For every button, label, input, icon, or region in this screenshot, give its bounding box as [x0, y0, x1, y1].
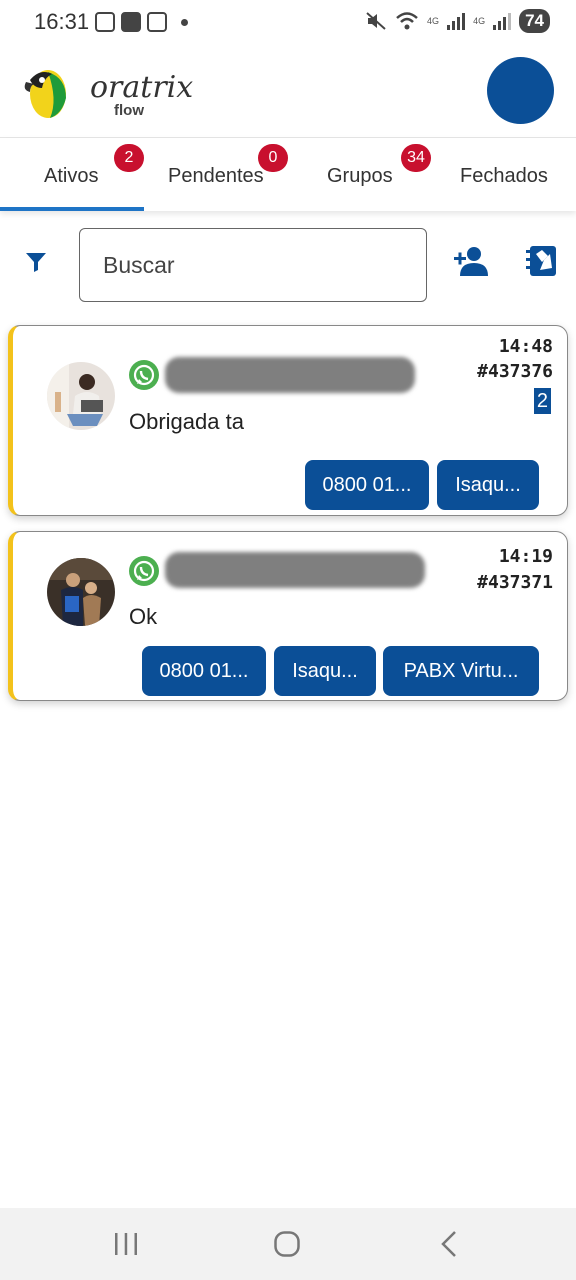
tab-fechados[interactable]: Fechados: [432, 138, 576, 211]
app-header: oratrix flow: [0, 44, 576, 138]
queue-tag[interactable]: 0800 01...: [142, 646, 266, 696]
message-time: 14:48: [498, 336, 553, 357]
screenshot-icon: [95, 12, 115, 32]
tab-label: Fechados: [460, 165, 548, 187]
agent-tag[interactable]: Isaqu...: [274, 646, 376, 696]
ticket-card[interactable]: Ok 14:19 #437371 0800 01... Isaqu... PAB…: [8, 531, 568, 701]
last-message: Obrigada ta: [129, 409, 244, 434]
app-notification-icon: [121, 12, 141, 32]
active-tab-indicator: [0, 207, 144, 211]
status-time: 16:31: [34, 9, 90, 34]
ticket-card[interactable]: Obrigada ta 14:48 #437376 2 0800 01... I…: [8, 325, 568, 516]
profile-avatar-button[interactable]: [487, 57, 554, 124]
add-contact-icon[interactable]: [452, 246, 488, 276]
tab-grupos[interactable]: Grupos 34: [288, 138, 432, 211]
logo-subtext: flow: [114, 102, 144, 119]
logo-text: oratrix: [90, 70, 194, 105]
tab-label: Ativos: [44, 165, 99, 187]
more-notifications-icon: [181, 18, 188, 26]
whatsapp-icon: [129, 360, 159, 390]
contact-avatar: [47, 558, 115, 626]
status-bar: 16:31 4G 4G 74: [0, 0, 576, 44]
pabx-tag[interactable]: PABX Virtu...: [383, 646, 539, 696]
tab-ativos[interactable]: Ativos 2: [0, 138, 144, 211]
whatsapp-icon: [129, 556, 159, 586]
contact-avatar: [47, 362, 115, 430]
tab-label: Grupos: [327, 165, 393, 187]
back-icon[interactable]: [438, 1230, 460, 1258]
ticket-number: #437371: [477, 572, 553, 593]
signal-icon-1: [447, 12, 466, 30]
mute-icon: [366, 12, 386, 30]
ticket-tabs: Ativos 2 Pendentes 0 Grupos 34 Fechados: [0, 138, 576, 211]
last-message: Ok: [129, 604, 158, 629]
unread-count-badge: 2: [533, 388, 551, 414]
recent-apps-icon[interactable]: [113, 1232, 139, 1256]
network-type-2: 4G: [473, 16, 486, 26]
tab-pendentes[interactable]: Pendentes 0: [144, 138, 288, 211]
tab-label: Pendentes: [168, 165, 264, 187]
redacted-contact-name: [165, 552, 425, 588]
redacted-contact-name: [165, 357, 415, 393]
status-right-icons: 4G 4G 74: [365, 9, 550, 33]
tab-badge: 34: [401, 144, 431, 172]
contacts-book-icon[interactable]: [522, 244, 558, 278]
parrot-logo-icon: [24, 70, 66, 118]
tab-badge: 2: [114, 144, 144, 172]
home-icon[interactable]: [273, 1230, 301, 1258]
store-notification-icon: [147, 12, 167, 32]
agent-tag[interactable]: Isaqu...: [437, 460, 539, 510]
wifi-icon: [396, 12, 418, 30]
tab-badge: 0: [258, 144, 288, 172]
network-type-1: 4G: [427, 16, 440, 26]
message-time: 14:19: [498, 546, 553, 567]
oratrix-logo: oratrix flow: [22, 64, 193, 120]
filter-icon[interactable]: [24, 250, 48, 274]
status-left-icons: [95, 12, 188, 32]
battery-indicator: 74: [519, 9, 550, 33]
queue-tag[interactable]: 0800 01...: [305, 460, 429, 510]
signal-icon-2: [493, 12, 512, 30]
search-input[interactable]: [79, 228, 427, 302]
ticket-number: #437376: [477, 361, 553, 382]
system-navigation-bar: [0, 1208, 576, 1280]
